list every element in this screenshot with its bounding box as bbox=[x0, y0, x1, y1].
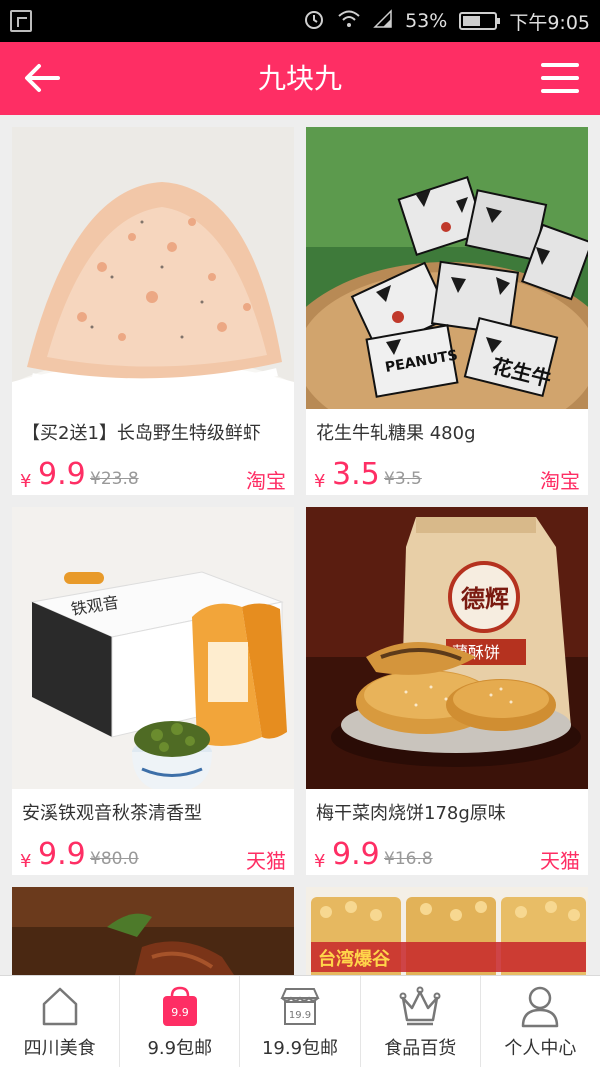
shop-label: 淘宝 bbox=[246, 469, 286, 493]
crown-icon bbox=[399, 986, 441, 1026]
shop-icon: 19.9 bbox=[280, 988, 320, 1025]
shop-label: 天猫 bbox=[246, 849, 286, 873]
tab-label: 食品百货 bbox=[384, 1038, 457, 1059]
back-button[interactable] bbox=[20, 56, 64, 100]
page-title: 九块九 bbox=[257, 62, 342, 95]
product-image bbox=[12, 127, 294, 409]
currency-symbol: ¥ bbox=[20, 471, 32, 492]
current-price: 3.5 bbox=[332, 457, 380, 492]
product-card[interactable]: 【买2送1】长岛野生特级鲜虾 ¥ 9.9 ¥23.8 淘宝 bbox=[12, 127, 294, 495]
arrow-left-icon bbox=[25, 64, 60, 92]
product-name: 安溪铁观音秋茶清香型 bbox=[22, 803, 202, 824]
tab-label: 四川美食 bbox=[23, 1038, 96, 1059]
product-name: 花生牛轧糖果 480g bbox=[316, 423, 476, 444]
tab-food-goods[interactable]: 食品百货 bbox=[361, 976, 481, 1067]
tab-label: 个人中心 bbox=[504, 1038, 577, 1059]
tab-19-9-free-shipping[interactable]: 19.9 19.9包邮 bbox=[240, 976, 361, 1067]
shop-label: 淘宝 bbox=[540, 469, 580, 493]
product-card[interactable]: PEANUTS 花生牛 花生牛轧糖果 480g ¥ 3.5 ¥3.5 淘宝 bbox=[306, 127, 588, 495]
menu-button[interactable] bbox=[538, 56, 582, 100]
product-image: 铁观音 bbox=[12, 507, 294, 789]
battery-icon bbox=[459, 12, 501, 30]
product-card[interactable]: 台湾爆谷 bbox=[306, 887, 588, 975]
bottom-tab-bar: 四川美食 9.9 9.9包邮 19.9 19.9包邮 食品百货 个人中心 bbox=[0, 975, 600, 1067]
price-row: ¥ 9.9 ¥23.8 淘宝 bbox=[20, 457, 286, 497]
clock: 下午9:05 bbox=[509, 11, 590, 34]
signal-icon bbox=[373, 8, 393, 34]
tab-personal-center[interactable]: 个人中心 bbox=[481, 976, 600, 1067]
status-bar: 53% 下午9:05 bbox=[0, 0, 600, 42]
product-image: PEANUTS 花生牛 bbox=[306, 127, 588, 409]
original-price: ¥23.8 bbox=[90, 469, 139, 489]
original-price: ¥80.0 bbox=[90, 849, 139, 869]
user-icon bbox=[522, 986, 559, 1028]
bag-icon: 9.9 bbox=[162, 986, 197, 1026]
alarm-icon bbox=[303, 8, 325, 35]
screenshot-icon bbox=[10, 10, 32, 32]
price-row: ¥ 3.5 ¥3.5 淘宝 bbox=[314, 457, 580, 497]
current-price: 9.9 bbox=[38, 457, 86, 492]
app-header: 九块九 bbox=[0, 42, 600, 115]
tab-9-9-free-shipping[interactable]: 9.9 9.9包邮 bbox=[120, 976, 241, 1067]
battery-percent: 53% bbox=[405, 10, 448, 32]
hamburger-icon bbox=[541, 63, 579, 93]
home-icon bbox=[42, 987, 77, 1026]
product-card[interactable]: 铁观音 安溪铁观音秋茶清香型 ¥ 9.9 ¥80.0 天猫 bbox=[12, 507, 294, 875]
shop-badge: 19.9 bbox=[289, 1010, 311, 1021]
original-price: ¥16.8 bbox=[384, 849, 433, 869]
original-price: ¥3.5 bbox=[384, 469, 422, 489]
product-image bbox=[12, 887, 294, 975]
currency-symbol: ¥ bbox=[20, 851, 32, 872]
shop-label: 天猫 bbox=[540, 849, 580, 873]
price-row: ¥ 9.9 ¥16.8 天猫 bbox=[314, 837, 580, 877]
product-image: 德辉 薄酥饼 bbox=[306, 507, 588, 789]
product-card[interactable]: 德辉 薄酥饼 梅干菜肉烧饼178g原味 ¥ 9.9 ¥16.8 天猫 bbox=[306, 507, 588, 875]
tab-sichuan-food[interactable]: 四川美食 bbox=[0, 976, 121, 1067]
product-name: 梅干菜肉烧饼178g原味 bbox=[316, 803, 506, 824]
tab-label: 9.9包邮 bbox=[147, 1038, 213, 1059]
bag-badge: 9.9 bbox=[171, 1006, 189, 1019]
current-price: 9.9 bbox=[38, 837, 86, 872]
product-image: 台湾爆谷 bbox=[306, 887, 588, 975]
currency-symbol: ¥ bbox=[314, 471, 326, 492]
price-row: ¥ 9.9 ¥80.0 天猫 bbox=[20, 837, 286, 877]
popcorn-text: 台湾爆谷 bbox=[318, 948, 391, 970]
product-name: 【买2送1】长岛野生特级鲜虾 bbox=[22, 423, 261, 444]
product-card[interactable] bbox=[12, 887, 294, 975]
tab-label: 19.9包邮 bbox=[261, 1038, 339, 1059]
wifi-icon bbox=[337, 9, 361, 34]
current-price: 9.9 bbox=[332, 837, 380, 872]
currency-symbol: ¥ bbox=[314, 851, 326, 872]
biscuit-brand-text: 德辉 bbox=[461, 584, 509, 613]
product-grid: 【买2送1】长岛野生特级鲜虾 ¥ 9.9 ¥23.8 淘宝 PEANUTS 花生… bbox=[0, 115, 600, 975]
